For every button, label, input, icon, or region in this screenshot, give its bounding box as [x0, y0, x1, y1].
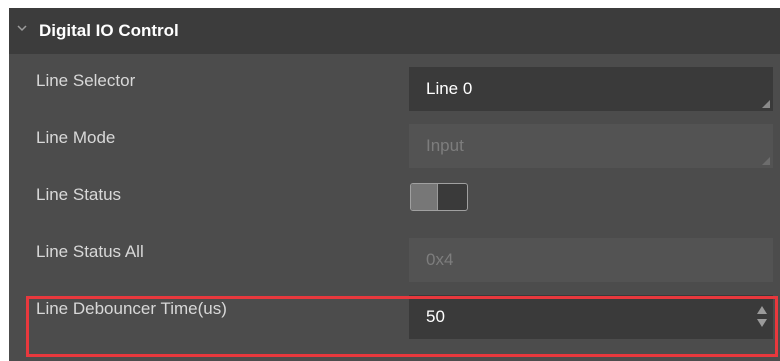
line-mode-value: Input: [426, 136, 464, 155]
row-line-status: Line Status: [9, 168, 780, 225]
row-line-selector: Line Selector Line 0: [9, 54, 780, 111]
dropdown-corner-icon: [762, 157, 770, 165]
section-header-digital-io-control[interactable]: Digital IO Control: [9, 8, 780, 54]
row-line-mode: Line Mode Input: [9, 111, 780, 168]
row-line-status-all: Line Status All 0x4: [9, 225, 780, 282]
line-status-all-field: 0x4: [409, 238, 773, 282]
section-title: Digital IO Control: [39, 21, 179, 40]
line-selector-dropdown[interactable]: Line 0: [409, 67, 773, 111]
line-selector-value: Line 0: [426, 79, 473, 98]
line-status-all-label: Line Status All: [36, 242, 144, 261]
line-status-all-value: 0x4: [426, 250, 454, 269]
dropdown-corner-icon: [762, 100, 770, 108]
toggle-knob: [411, 184, 438, 210]
line-status-toggle[interactable]: [410, 183, 468, 211]
chevron-down-icon[interactable]: [16, 22, 28, 34]
line-mode-label: Line Mode: [36, 128, 116, 147]
line-mode-dropdown: Input: [409, 124, 773, 168]
highlight-box: [26, 296, 778, 357]
line-selector-label: Line Selector: [36, 71, 136, 90]
line-status-label: Line Status: [36, 185, 122, 204]
